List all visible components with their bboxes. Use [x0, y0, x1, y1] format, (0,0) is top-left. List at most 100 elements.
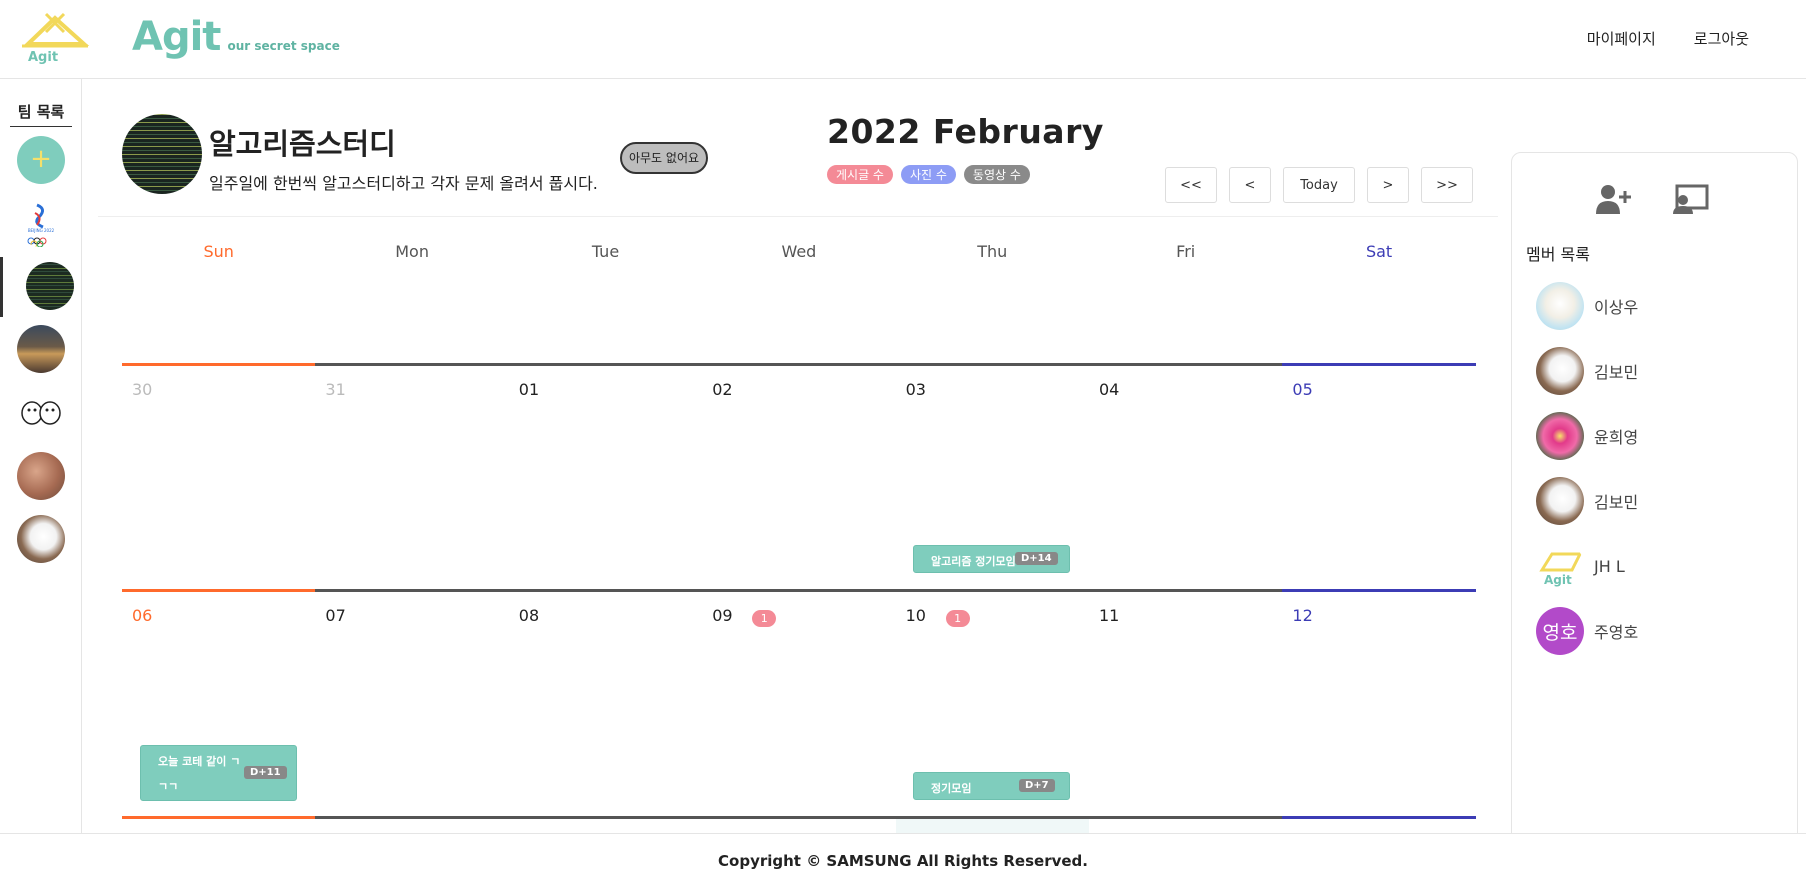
member-item[interactable]: 김보민: [1536, 477, 1638, 525]
team-avatar-algorithm[interactable]: [26, 262, 74, 310]
posts-count-badge[interactable]: 1: [752, 610, 777, 627]
avatar: [1536, 477, 1584, 525]
member-name: 윤희영: [1594, 428, 1639, 447]
member-item[interactable]: 김보민: [1536, 347, 1638, 395]
day-cell[interactable]: 13: [122, 819, 315, 833]
day-cell[interactable]: 05: [1282, 366, 1475, 589]
next-month-button[interactable]: >: [1367, 167, 1409, 203]
avatar-initials: 영호: [1542, 621, 1578, 644]
video-call-icon[interactable]: [1671, 183, 1709, 219]
prev-month-button[interactable]: <: [1229, 167, 1271, 203]
day-cell[interactable]: 19: [1282, 819, 1475, 833]
member-name: 김보민: [1594, 363, 1639, 382]
first-month-button[interactable]: <<: [1165, 167, 1217, 203]
day-cell[interactable]: 07: [315, 592, 508, 816]
member-name: 이상우: [1594, 298, 1639, 317]
team-description: 일주일에 한번씩 알고스터디하고 각자 문제 올려서 풉시다.: [209, 174, 598, 193]
svg-text:Agit: Agit: [1544, 573, 1572, 587]
day-number: 10: [905, 606, 926, 625]
member-name: 주영호: [1594, 623, 1639, 642]
day-cell-today[interactable]: 17 5 3: [895, 819, 1089, 833]
team-avatar-dog[interactable]: [17, 515, 65, 563]
calendar-event[interactable]: 알고리즘 정기모임 D+14: [913, 545, 1070, 573]
main-content: 알고리즘스터디 일주일에 한번씩 알고스터디하고 각자 문제 올려서 풉시다. …: [82, 79, 1502, 833]
avatar: [1536, 412, 1584, 460]
event-title-continued: ㄱㄱ: [158, 780, 179, 793]
agit-logo[interactable]: Agit: [18, 10, 92, 70]
day-cell[interactable]: 15: [509, 819, 702, 833]
penguins-icon: [21, 401, 61, 425]
avatar: [1536, 282, 1584, 330]
member-item[interactable]: 이상우: [1536, 282, 1638, 330]
weekday-thu: Thu: [977, 242, 1008, 261]
calendar-legend: 게시글 수 사진 수 동영상 수: [827, 165, 1030, 184]
team-sidebar: 팀 목록 + BEIJING 2022: [0, 79, 82, 833]
member-item[interactable]: Agit JH L: [1536, 542, 1625, 590]
day-cell[interactable]: 11: [1089, 592, 1282, 816]
member-item[interactable]: 윤희영: [1536, 412, 1638, 460]
event-title: 오늘 코테 같이 ㄱ: [158, 755, 241, 768]
team-avatar-baby[interactable]: [17, 452, 65, 500]
weekday-sat: Sat: [1365, 242, 1393, 261]
weekday-mon: Mon: [395, 242, 429, 261]
calendar-nav: << < Today > >>: [1165, 167, 1473, 203]
day-number: 31: [325, 380, 346, 399]
legend-photos: 사진 수: [900, 165, 956, 184]
day-number: 30: [132, 380, 153, 399]
day-cell[interactable]: 16: [702, 819, 895, 833]
day-cell[interactable]: 14: [315, 819, 508, 833]
day-cell[interactable]: 18: [1089, 819, 1282, 833]
day-number: 02: [712, 380, 733, 399]
add-member-icon[interactable]: [1595, 183, 1633, 219]
last-month-button[interactable]: >>: [1421, 167, 1473, 203]
posts-count-badge[interactable]: 1: [945, 610, 970, 627]
team-list-title: 팀 목록: [10, 101, 72, 127]
day-cell[interactable]: 02: [702, 366, 895, 589]
team-avatar-beijing[interactable]: BEIJING 2022: [17, 199, 65, 247]
day-number: 07: [325, 606, 346, 625]
weekday-tue: Tue: [591, 242, 620, 261]
day-number: 09: [712, 606, 733, 625]
calendar-event[interactable]: 오늘 코테 같이 ㄱ ㄱㄱ D+11: [140, 745, 297, 801]
top-nav: 마이페이지 로그아웃: [1587, 28, 1749, 49]
event-dday: D+11: [244, 766, 287, 779]
day-cell[interactable]: 09 1: [702, 592, 895, 816]
logout-link[interactable]: 로그아웃: [1694, 28, 1749, 49]
team-profile-image: [122, 114, 202, 194]
logo-text: Agit: [28, 50, 59, 65]
brand-title: Agit: [132, 14, 221, 60]
event-dday: D+14: [1015, 552, 1058, 565]
day-number: 06: [132, 606, 153, 625]
brand-tagline: our secret space: [227, 39, 340, 53]
brand[interactable]: Agit our secret space: [132, 14, 340, 60]
beijing-emblem-icon: [27, 203, 47, 247]
event-title: 알고리즘 정기모임: [931, 555, 1016, 568]
day-cell[interactable]: 31: [315, 366, 508, 589]
add-team-button[interactable]: +: [17, 136, 65, 184]
day-cell[interactable]: 08: [509, 592, 702, 816]
event-dday: D+7: [1019, 779, 1055, 792]
weekday-sun: Sun: [203, 242, 234, 261]
day-number: 08: [518, 606, 540, 625]
team-avatar-penguins[interactable]: [17, 387, 65, 435]
member-item[interactable]: 영호 주영호: [1536, 607, 1638, 655]
avatar: [1536, 347, 1584, 395]
member-list-title: 멤버 목록: [1526, 245, 1590, 264]
day-number: 05: [1292, 380, 1313, 399]
calendar-event[interactable]: 정기모임 D+7: [913, 772, 1070, 800]
legend-posts: 게시글 수: [827, 165, 893, 184]
day-cell[interactable]: 01: [509, 366, 702, 589]
mypage-link[interactable]: 마이페이지: [1587, 28, 1656, 49]
calendar-title: 2022 February: [827, 112, 1104, 151]
calendar-grid: Sun Mon Tue Wed Thu Fri Sat 30 31 01 02 …: [122, 229, 1476, 833]
team-avatar-coffee[interactable]: [17, 325, 65, 373]
top-header: Agit Agit our secret space 마이페이지 로그아웃: [0, 0, 1806, 79]
avatar: 영호: [1536, 607, 1584, 655]
day-number: 03: [905, 380, 926, 399]
day-cell[interactable]: 30: [122, 366, 315, 589]
today-button[interactable]: Today: [1283, 167, 1355, 203]
member-panel: 멤버 목록 이상우 김보민 윤희영 김보민 Agit JH L 영호 주영호: [1511, 152, 1798, 852]
day-cell[interactable]: 12: [1282, 592, 1475, 816]
day-cell[interactable]: 04: [1089, 366, 1282, 589]
footer: Copyright © SAMSUNG All Rights Reserved.: [0, 833, 1806, 887]
